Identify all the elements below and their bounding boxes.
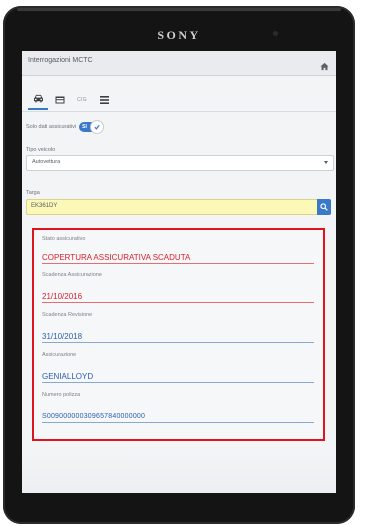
chevron-down-icon — [324, 161, 328, 164]
app-screen: Interrogazioni MCTC CIG Solo dati assicu… — [22, 51, 336, 493]
tab-vehicle[interactable] — [28, 89, 48, 110]
revision-expiry-label: Scadenza Revisione — [42, 312, 93, 318]
insurance-result-panel: Stato assicurativo COPERTURA ASSICURATIV… — [32, 228, 325, 441]
query-tabs: CIG — [22, 89, 336, 112]
tab-cig[interactable]: CIG — [72, 89, 92, 110]
check-icon — [94, 124, 100, 130]
card-icon — [55, 96, 65, 104]
insured-only-label: Solo dati assicurativi — [26, 124, 77, 130]
tab-card[interactable] — [50, 89, 70, 110]
tablet-frame: SONY Interrogazioni MCTC CIG Solo dati a… — [3, 6, 355, 524]
page-title: Interrogazioni MCTC — [28, 57, 93, 64]
insurer-label: Assicurazione — [42, 352, 77, 358]
tab-list[interactable] — [94, 89, 114, 110]
tablet-edge — [17, 8, 341, 11]
plate-value: EK361DY — [31, 203, 58, 209]
search-icon — [320, 203, 328, 211]
app-header: Interrogazioni MCTC — [22, 51, 336, 76]
vehicle-type-select[interactable]: Autovettura — [26, 155, 334, 171]
plate-label: Targa — [26, 190, 40, 196]
insurance-status-label: Stato assicurativo — [42, 236, 86, 242]
car-icon — [33, 94, 44, 103]
list-icon — [99, 95, 109, 104]
search-button[interactable] — [317, 199, 331, 215]
insurer-value: GENIALLOYD — [42, 371, 314, 383]
stage: SONY Interrogazioni MCTC CIG Solo dati a… — [0, 0, 365, 526]
insurance-expiry-label: Scadenza Assicurazione — [42, 272, 102, 278]
home-icon[interactable] — [320, 58, 329, 71]
revision-expiry-value: 31/10/2018 — [42, 331, 314, 343]
vehicle-type-value: Autovettura — [32, 159, 61, 165]
vehicle-type-label: Tipo veicolo — [26, 147, 56, 153]
toggle-on-label: SI — [82, 124, 87, 130]
insured-only-toggle[interactable]: SI — [79, 121, 104, 133]
tab-cig-label: CIG — [77, 96, 87, 103]
plate-input[interactable]: EK361DY — [26, 199, 318, 215]
insured-only-row: Solo dati assicurativi SI — [26, 121, 104, 133]
screen-bottom — [22, 451, 336, 493]
policy-number-value: S009000000309657840000000 — [42, 411, 314, 423]
insurance-expiry-value: 21/10/2016 — [42, 291, 314, 303]
policy-number-label: Numero polizza — [42, 392, 81, 398]
front-camera — [273, 31, 278, 36]
device-brand: SONY — [157, 28, 201, 42]
toggle-knob — [91, 121, 104, 133]
insurance-status-value: COPERTURA ASSICURATIVA SCADUTA — [42, 252, 314, 264]
